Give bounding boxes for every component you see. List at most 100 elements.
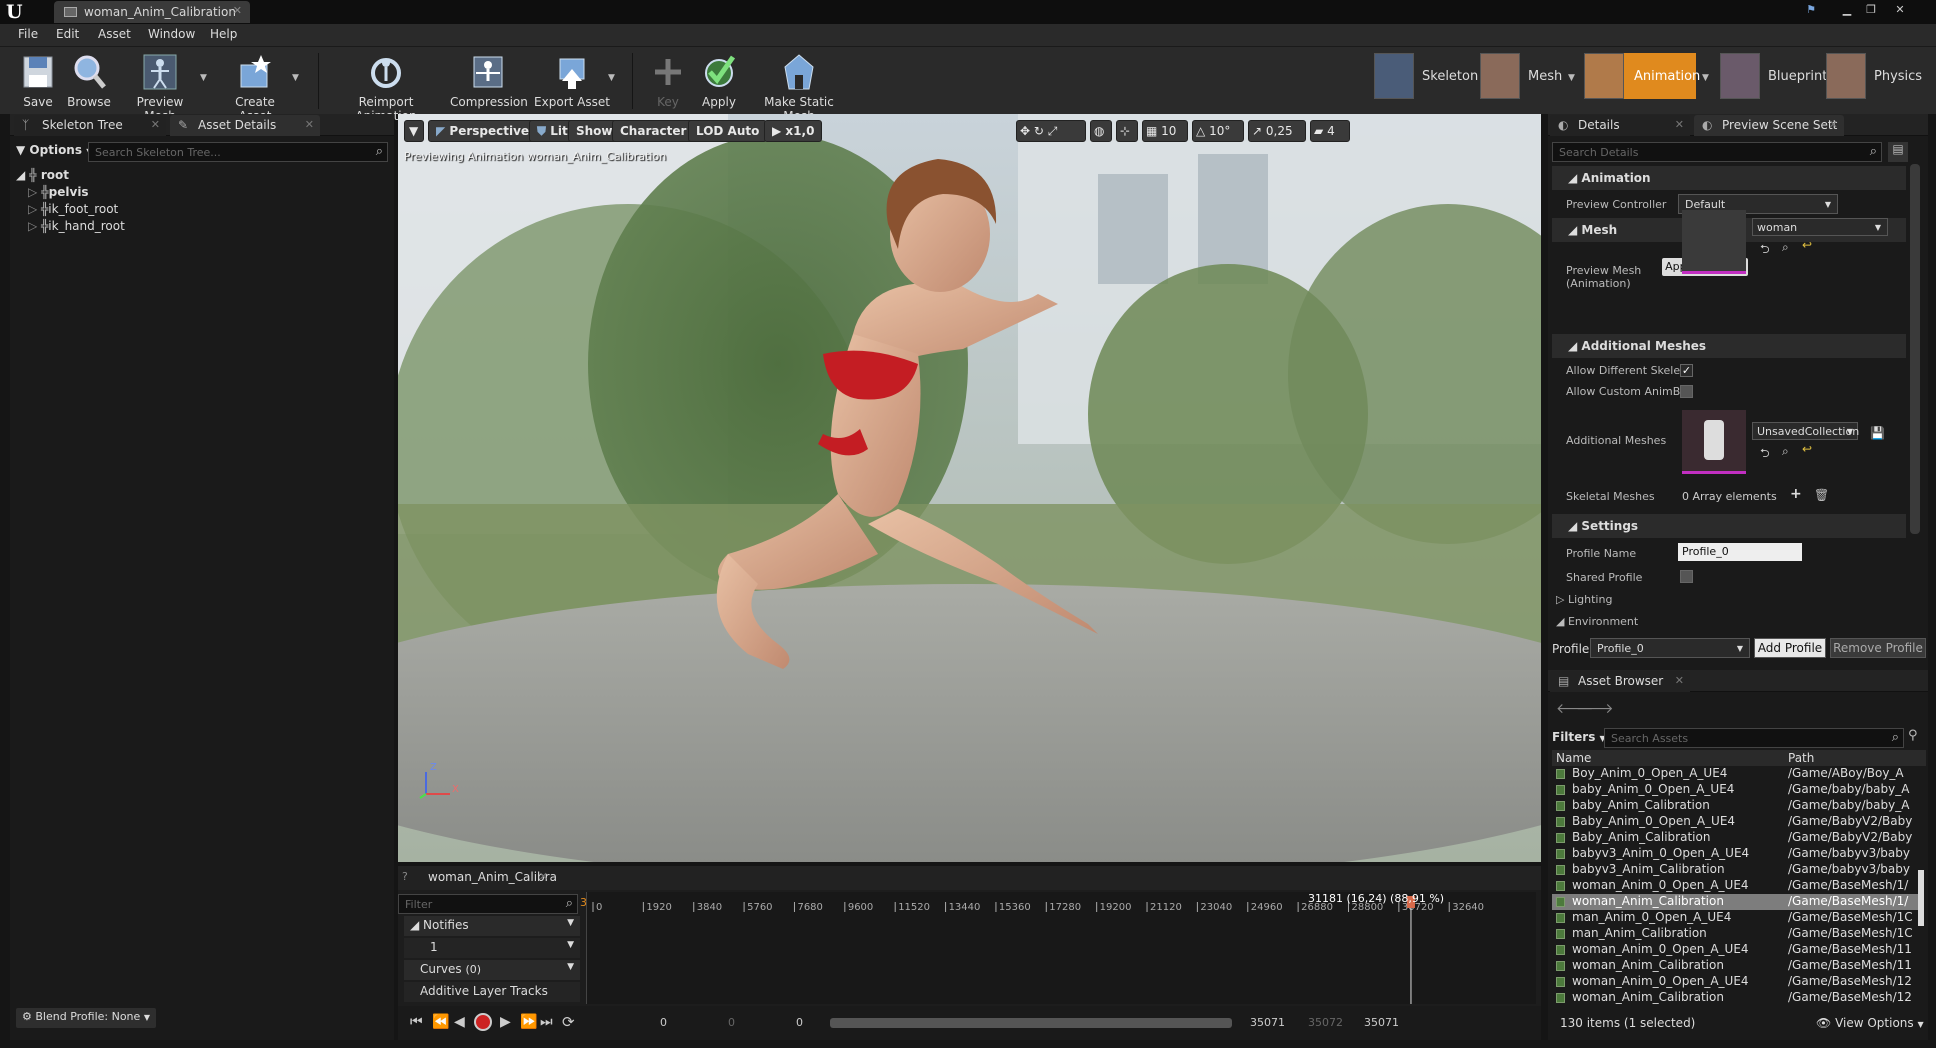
allow-custom-animbp-checkbox[interactable] bbox=[1680, 385, 1693, 398]
section-settings[interactable]: ◢ Settings bbox=[1552, 514, 1906, 538]
details-search-input[interactable]: Search Details ⌕ bbox=[1552, 142, 1882, 162]
asset-row[interactable]: woman_Anim_Calibration/Game/BaseMesh/11 bbox=[1552, 958, 1922, 974]
range-end-2[interactable]: 35072 bbox=[1308, 1016, 1343, 1029]
column-name-header[interactable]: Name bbox=[1556, 751, 1591, 765]
reimport-animation-button[interactable]: Reimport Animation bbox=[330, 51, 442, 123]
create-asset-button[interactable]: Create Asset bbox=[218, 51, 292, 123]
section-animation[interactable]: ◢ Animation bbox=[1552, 166, 1906, 190]
tab-preview-scene-settings[interactable]: ◐ Preview Scene Sett ✕ bbox=[1694, 115, 1844, 136]
options-dropdown[interactable]: ▼ Options ▼ bbox=[16, 143, 92, 157]
asset-row[interactable]: woman_Anim_0_Open_A_UE4/Game/BaseMesh/12 bbox=[1552, 974, 1922, 990]
tab-asset-details[interactable]: ✎ Asset Details ✕ bbox=[170, 115, 320, 136]
expand-arrow-icon[interactable]: ▷ bbox=[28, 219, 37, 233]
asset-row[interactable]: Boy_Anim_0_Open_A_UE4/Game/ABoy/Boy_A bbox=[1552, 766, 1922, 782]
tree-node-ik-foot-root[interactable]: ▷ ╬ik_foot_root bbox=[28, 202, 118, 216]
perspective-button[interactable]: ◤ Perspective bbox=[428, 120, 538, 142]
range-end-3[interactable]: 35071 bbox=[1364, 1016, 1399, 1029]
tab-skeleton-tree[interactable]: ᛉ Skeleton Tree ✕ bbox=[14, 115, 166, 136]
play-icon[interactable]: ▶ bbox=[500, 1014, 511, 1030]
tab-timeline-animation[interactable]: woman_Anim_Calibra ✕ bbox=[418, 867, 557, 888]
filters-dropdown[interactable]: Filters ▼ bbox=[1552, 730, 1606, 744]
preview-mesh-dropdown-icon[interactable]: ▼ bbox=[200, 73, 207, 83]
browse-magnifier-icon[interactable]: ⌕ bbox=[1782, 240, 1789, 255]
timeline-scrollbar[interactable] bbox=[830, 1018, 1232, 1028]
delete-trash-icon[interactable]: 🗑 bbox=[1814, 488, 1829, 502]
skip-to-end-icon[interactable]: ⏭ bbox=[540, 1014, 553, 1030]
view-options-button[interactable]: 👁 View Options ▼ bbox=[1816, 1016, 1924, 1030]
range-start-b[interactable]: 0 bbox=[728, 1016, 735, 1029]
transform-tools[interactable]: ✥ ↻ ⤢ bbox=[1016, 120, 1086, 142]
expand-arrow-icon[interactable]: ▷ bbox=[28, 185, 37, 199]
expand-arrow-icon[interactable]: ▷ bbox=[28, 202, 37, 216]
save-button[interactable]: Save bbox=[16, 51, 60, 111]
step-back-icon[interactable]: ⏪ bbox=[432, 1014, 449, 1030]
record-button[interactable] bbox=[474, 1013, 492, 1031]
viewport-options-dropdown[interactable]: ▼ bbox=[404, 120, 424, 142]
asset-row[interactable]: woman_Anim_0_Open_A_UE4/Game/BaseMesh/1/ bbox=[1552, 878, 1922, 894]
timeline-filter-input[interactable]: Filter ⌕ bbox=[398, 894, 578, 914]
grid-snap-button[interactable]: ▦ 10 bbox=[1142, 120, 1188, 142]
asset-row[interactable]: baby_Anim_Calibration/Game/baby/baby_A bbox=[1552, 798, 1922, 814]
animation-viewport[interactable]: ▼ ◤ Perspective ⛊ Lit Show Character LOD… bbox=[398, 114, 1541, 862]
restore-button[interactable]: ❐ bbox=[1862, 2, 1880, 18]
play-reverse-icon[interactable]: ◀ bbox=[454, 1014, 465, 1030]
mode-animation-button[interactable]: Animation bbox=[1584, 53, 1700, 99]
asset-row[interactable]: man_Anim_Calibration/Game/BaseMesh/1C bbox=[1552, 926, 1922, 942]
tree-node-pelvis[interactable]: ▷ ╬pelvis bbox=[28, 185, 89, 199]
browse-button[interactable]: Browse bbox=[66, 51, 112, 111]
range-start-c[interactable]: 0 bbox=[796, 1016, 803, 1029]
minimize-button[interactable]: ▁ bbox=[1838, 2, 1856, 18]
profile-dropdown[interactable]: Profile_0 ▼ bbox=[1590, 638, 1750, 658]
additive-layer-tracks-row[interactable]: Additive Layer Tracks bbox=[404, 982, 580, 1002]
close-tab-icon[interactable]: ✕ bbox=[233, 4, 242, 17]
additional-meshes-dropdown[interactable]: UnsavedCollection ▼ bbox=[1752, 422, 1859, 440]
curves-track-header[interactable]: Curves (0) ▼ bbox=[404, 960, 580, 980]
asset-list-scrollbar[interactable] bbox=[1918, 870, 1924, 926]
chevron-down-icon[interactable]: ▼ bbox=[567, 918, 574, 928]
menu-asset[interactable]: Asset bbox=[98, 27, 131, 41]
export-asset-button[interactable]: Export Asset bbox=[534, 51, 610, 111]
remove-profile-button[interactable]: Remove Profile bbox=[1830, 638, 1926, 658]
help-icon[interactable]: ? bbox=[402, 870, 408, 883]
chevron-down-icon[interactable]: ▼ bbox=[567, 940, 574, 950]
tab-asset-browser[interactable]: ▤ Asset Browser ✕ bbox=[1550, 671, 1690, 692]
loop-icon[interactable]: ⟳ bbox=[562, 1013, 575, 1031]
close-tab-icon[interactable]: ✕ bbox=[151, 118, 160, 131]
rotation-snap-button[interactable]: △ 10° bbox=[1192, 120, 1244, 142]
section-additional-meshes[interactable]: ◢ Additional Meshes bbox=[1552, 334, 1906, 358]
preview-mesh-dropdown[interactable]: woman ▼ bbox=[1752, 218, 1888, 236]
collection-thumbnail[interactable] bbox=[1682, 410, 1746, 474]
use-selected-arrow-icon[interactable]: ⮌ bbox=[1760, 444, 1770, 465]
mode-blueprint-button[interactable]: Blueprint bbox=[1720, 53, 1827, 99]
character-button[interactable]: Character bbox=[612, 120, 695, 142]
asset-search-input[interactable]: Search Assets ⌕ bbox=[1604, 728, 1904, 748]
playback-speed-button[interactable]: ▶ x1,0 bbox=[764, 120, 823, 142]
step-forward-icon[interactable]: ⏩ bbox=[520, 1014, 537, 1030]
scale-snap-button[interactable]: ↗ 0,25 bbox=[1248, 120, 1306, 142]
environment-category[interactable]: ◢ Environment bbox=[1556, 615, 1638, 628]
tree-node-ik-hand-root[interactable]: ▷ ╬ik_hand_root bbox=[28, 219, 125, 233]
menu-file[interactable]: File bbox=[18, 27, 38, 41]
preview-mesh-thumbnail[interactable] bbox=[1682, 210, 1746, 274]
rotate-icon[interactable]: ↻ bbox=[1034, 124, 1044, 138]
camera-speed-button[interactable]: ▰ 4 bbox=[1310, 120, 1350, 142]
add-profile-button[interactable]: Add Profile bbox=[1754, 638, 1826, 658]
mesh-mode-dropdown-icon[interactable]: ▼ bbox=[1568, 73, 1575, 83]
close-window-button[interactable]: ✕ bbox=[1886, 2, 1914, 18]
reset-arrow-icon[interactable]: ↩ bbox=[1802, 238, 1812, 252]
lock-icon[interactable]: ⚲ bbox=[1908, 728, 1918, 743]
lighting-category[interactable]: ▷ Lighting bbox=[1556, 593, 1612, 606]
close-tab-icon[interactable]: ✕ bbox=[305, 118, 314, 131]
tree-node-root[interactable]: ◢ ╬ root bbox=[16, 168, 69, 182]
blend-profile-dropdown[interactable]: ⚙ Blend Profile: None ▼ bbox=[16, 1008, 156, 1028]
skeleton-search-input[interactable]: Search Skeleton Tree... ⌕ bbox=[88, 142, 388, 162]
details-scrollbar[interactable] bbox=[1910, 164, 1920, 534]
add-element-icon[interactable]: + bbox=[1790, 486, 1802, 502]
key-button[interactable]: Key bbox=[648, 51, 688, 111]
menu-window[interactable]: Window bbox=[148, 27, 195, 41]
notifies-track-header[interactable]: ◢ Notifies ▼ bbox=[404, 916, 580, 936]
column-path-header[interactable]: Path bbox=[1788, 751, 1814, 765]
view-options-icon[interactable]: ▤ bbox=[1888, 142, 1908, 162]
menu-edit[interactable]: Edit bbox=[56, 27, 79, 41]
translate-icon[interactable]: ✥ bbox=[1020, 124, 1030, 138]
